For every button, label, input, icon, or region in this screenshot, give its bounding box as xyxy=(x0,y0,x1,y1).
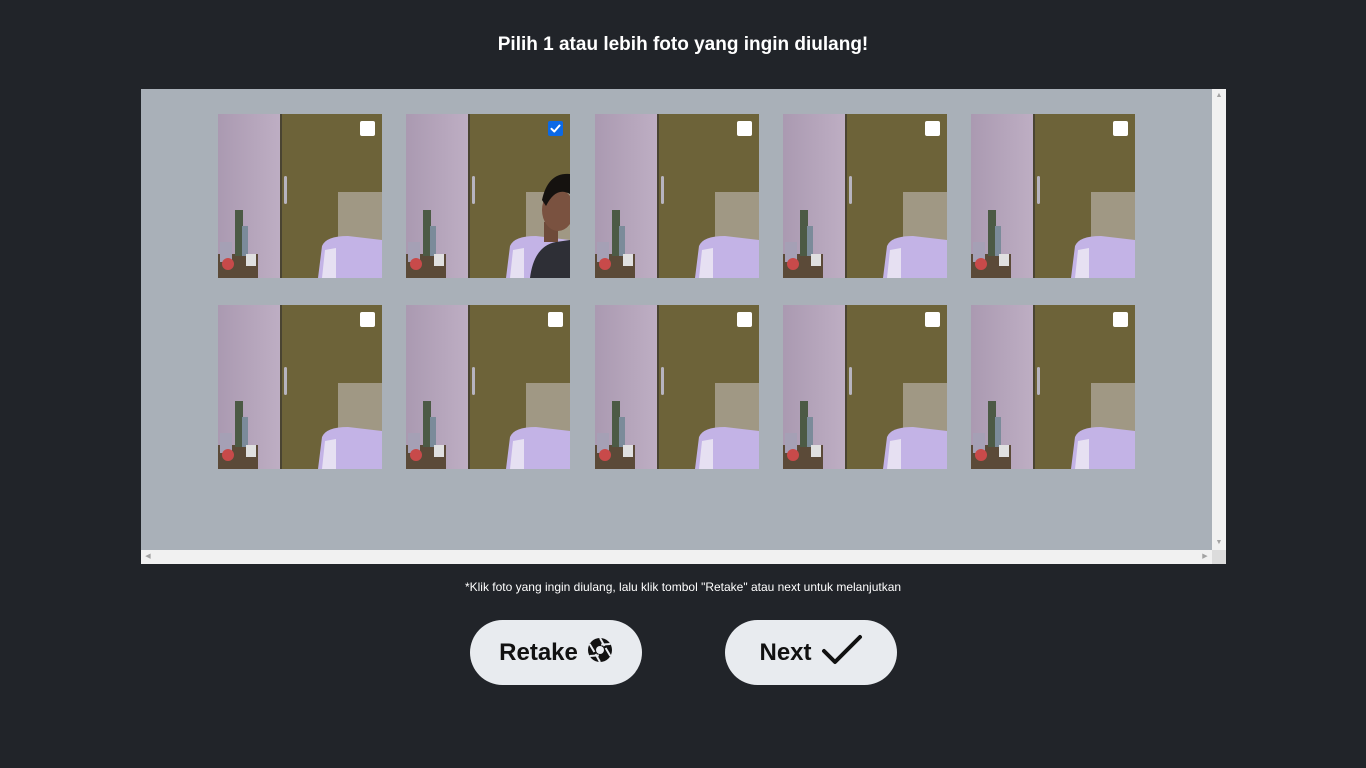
photo-thumbnail[interactable] xyxy=(406,305,570,469)
photo-checkbox[interactable] xyxy=(925,312,940,327)
photo-thumbnail[interactable] xyxy=(971,305,1135,469)
photo-thumbnail[interactable] xyxy=(406,114,570,278)
photo-thumbnail[interactable] xyxy=(783,114,947,278)
photo-checkbox[interactable] xyxy=(737,312,752,327)
photo-checkbox[interactable] xyxy=(737,121,752,136)
photo-thumbnail[interactable] xyxy=(595,114,759,278)
next-button-label: Next xyxy=(759,638,812,666)
photo-checkbox[interactable] xyxy=(548,312,563,327)
scroll-up-arrow-icon[interactable]: ▲ xyxy=(1212,89,1226,103)
photo-gallery-panel[interactable]: ▲ ▼ ◀ ▶ xyxy=(141,89,1226,564)
photo-checkbox[interactable] xyxy=(360,121,375,136)
retake-button-label: Retake xyxy=(499,638,578,666)
photo-checkbox[interactable] xyxy=(1113,121,1128,136)
instruction-hint: *Klik foto yang ingin diulang, lalu klik… xyxy=(464,580,902,594)
photo-review-page: Pilih 1 atau lebih foto yang ingin diula… xyxy=(0,0,1366,768)
next-button[interactable]: Next xyxy=(725,620,897,685)
scrollbar-corner xyxy=(1212,550,1226,564)
photo-checkbox[interactable] xyxy=(360,312,375,327)
scroll-down-arrow-icon[interactable]: ▼ xyxy=(1212,536,1226,550)
scroll-left-arrow-icon[interactable]: ◀ xyxy=(141,550,155,564)
photo-checkbox[interactable] xyxy=(1113,312,1128,327)
scroll-right-arrow-icon[interactable]: ▶ xyxy=(1198,550,1212,564)
photo-thumbnail[interactable] xyxy=(595,305,759,469)
photo-thumbnail[interactable] xyxy=(971,114,1135,278)
page-title: Pilih 1 atau lebih foto yang ingin diula… xyxy=(497,34,869,55)
photo-checkbox[interactable] xyxy=(925,121,940,136)
checkmark-icon xyxy=(821,634,863,671)
photo-thumbnail[interactable] xyxy=(218,114,382,278)
retake-button[interactable]: Retake xyxy=(470,620,642,685)
photo-thumbnail[interactable] xyxy=(218,305,382,469)
horizontal-scrollbar[interactable]: ◀ ▶ xyxy=(141,550,1212,564)
vertical-scrollbar[interactable]: ▲ ▼ xyxy=(1212,89,1226,550)
photo-thumbnail[interactable] xyxy=(783,305,947,469)
photo-checkbox[interactable] xyxy=(548,121,563,136)
camera-aperture-icon xyxy=(587,637,613,668)
